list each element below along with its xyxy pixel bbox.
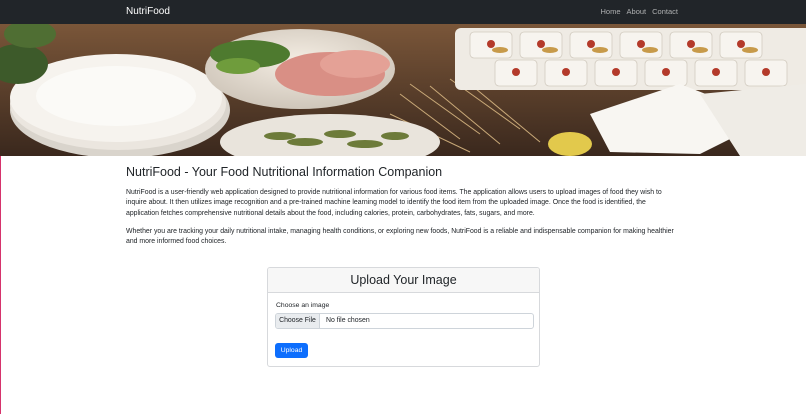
upload-card-header: Upload Your Image [268,268,539,293]
nav-links: Home About Contact [601,7,678,17]
hero-food-illustration [0,24,806,156]
upload-card-body: Choose an image Choose File No file chos… [268,293,539,366]
top-navbar: NutriFood Home About Contact [0,0,806,24]
hero-food-image [0,24,806,156]
brand-logo[interactable]: NutriFood [126,6,170,18]
upload-button[interactable]: Upload [275,343,308,358]
secondary-paragraph: Whether you are tracking your daily nutr… [126,228,674,246]
choose-image-label: Choose an image [276,302,330,309]
page-title: NutriFood - Your Food Nutritional Inform… [126,165,443,179]
upload-card: Upload Your Image Choose an image Choose… [267,267,540,367]
nav-link-home[interactable]: Home [601,7,621,17]
file-status-text: No file chosen [326,317,370,324]
file-input[interactable]: Choose File No file chosen [275,313,534,329]
nav-link-contact[interactable]: Contact [652,7,678,17]
nav-link-about[interactable]: About [627,7,647,17]
intro-paragraph: NutriFood is a user-friendly web applica… [126,189,662,217]
choose-file-button[interactable]: Choose File [276,314,320,328]
